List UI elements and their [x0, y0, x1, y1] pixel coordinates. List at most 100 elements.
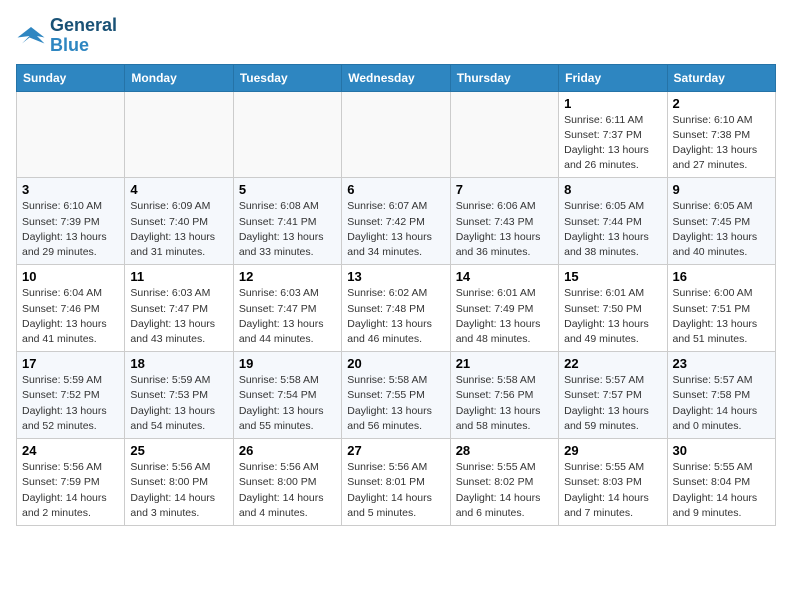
day-info: Sunrise: 6:11 AMSunset: 7:37 PMDaylight:… — [564, 113, 661, 174]
calendar-cell: 5 Sunrise: 6:08 AMSunset: 7:41 PMDaylight… — [233, 178, 341, 265]
calendar-cell: 28 Sunrise: 5:55 AMSunset: 8:02 PMDayligh… — [450, 439, 558, 526]
calendar-cell: 20 Sunrise: 5:58 AMSunset: 7:55 PMDayligh… — [342, 352, 450, 439]
day-number: 26 — [239, 443, 336, 458]
day-info: Sunrise: 5:58 AMSunset: 7:54 PMDaylight:… — [239, 373, 336, 434]
day-header-monday: Monday — [125, 64, 233, 91]
calendar-cell: 4Sunrise: 6:09 AMSunset: 7:40 PMDaylight… — [125, 178, 233, 265]
day-number: 28 — [456, 443, 553, 458]
day-info: Sunrise: 6:06 AMSunset: 7:43 PMDaylight:… — [456, 199, 553, 260]
calendar-cell: 7 Sunrise: 6:06 AMSunset: 7:43 PMDaylight… — [450, 178, 558, 265]
calendar-cell: 1 Sunrise: 6:11 AMSunset: 7:37 PMDaylight… — [559, 91, 667, 178]
calendar-cell: 11Sunrise: 6:03 AMSunset: 7:47 PMDayligh… — [125, 265, 233, 352]
day-info: Sunrise: 6:05 AMSunset: 7:44 PMDaylight:… — [564, 199, 661, 260]
day-number: 1 — [564, 96, 661, 111]
calendar-cell: 16 Sunrise: 6:00 AMSunset: 7:51 PMDayligh… — [667, 265, 775, 352]
day-number: 12 — [239, 269, 336, 284]
day-info: Sunrise: 5:56 AMSunset: 8:00 PMDaylight:… — [130, 460, 227, 521]
calendar-cell — [233, 91, 341, 178]
day-number: 29 — [564, 443, 661, 458]
day-number: 23 — [673, 356, 770, 371]
calendar-cell: 22 Sunrise: 5:57 AMSunset: 7:57 PMDayligh… — [559, 352, 667, 439]
day-number: 6 — [347, 182, 444, 197]
day-number: 7 — [456, 182, 553, 197]
calendar-table: SundayMondayTuesdayWednesdayThursdayFrid… — [16, 64, 776, 526]
day-info: Sunrise: 6:04 AMSunset: 7:46 PMDaylight:… — [22, 286, 119, 347]
page-header: General Blue — [16, 16, 776, 56]
day-info: Sunrise: 6:02 AMSunset: 7:48 PMDaylight:… — [347, 286, 444, 347]
day-info: Sunrise: 5:55 AMSunset: 8:03 PMDaylight:… — [564, 460, 661, 521]
day-header-wednesday: Wednesday — [342, 64, 450, 91]
calendar-cell: 25Sunrise: 5:56 AMSunset: 8:00 PMDayligh… — [125, 439, 233, 526]
day-info: Sunrise: 5:58 AMSunset: 7:56 PMDaylight:… — [456, 373, 553, 434]
day-info: Sunrise: 6:03 AMSunset: 7:47 PMDaylight:… — [239, 286, 336, 347]
calendar-cell: 12 Sunrise: 6:03 AMSunset: 7:47 PMDayligh… — [233, 265, 341, 352]
logo-icon — [16, 21, 46, 51]
day-info: Sunrise: 5:59 AMSunset: 7:52 PMDaylight:… — [22, 373, 119, 434]
calendar-header: SundayMondayTuesdayWednesdayThursdayFrid… — [17, 64, 776, 91]
day-number: 10 — [22, 269, 119, 284]
calendar-week-5: 24Sunrise: 5:56 AMSunset: 7:59 PMDayligh… — [17, 439, 776, 526]
day-info: Sunrise: 5:56 AMSunset: 8:01 PMDaylight:… — [347, 460, 444, 521]
calendar-cell: 17 Sunrise: 5:59 AMSunset: 7:52 PMDayligh… — [17, 352, 125, 439]
day-number: 18 — [130, 356, 227, 371]
day-number: 3 — [22, 182, 119, 197]
day-number: 21 — [456, 356, 553, 371]
calendar-cell: 2Sunrise: 6:10 AMSunset: 7:38 PMDaylight… — [667, 91, 775, 178]
day-header-saturday: Saturday — [667, 64, 775, 91]
day-number: 16 — [673, 269, 770, 284]
day-number: 30 — [673, 443, 770, 458]
day-info: Sunrise: 5:58 AMSunset: 7:55 PMDaylight:… — [347, 373, 444, 434]
calendar-week-4: 17 Sunrise: 5:59 AMSunset: 7:52 PMDayligh… — [17, 352, 776, 439]
day-number: 9 — [673, 182, 770, 197]
day-number: 8 — [564, 182, 661, 197]
day-info: Sunrise: 6:01 AMSunset: 7:50 PMDaylight:… — [564, 286, 661, 347]
calendar-cell: 8 Sunrise: 6:05 AMSunset: 7:44 PMDaylight… — [559, 178, 667, 265]
calendar-cell — [450, 91, 558, 178]
calendar-cell — [125, 91, 233, 178]
day-header-thursday: Thursday — [450, 64, 558, 91]
calendar-cell: 18 Sunrise: 5:59 AMSunset: 7:53 PMDayligh… — [125, 352, 233, 439]
logo: General Blue — [16, 16, 117, 56]
day-info: Sunrise: 6:08 AMSunset: 7:41 PMDaylight:… — [239, 199, 336, 260]
day-number: 22 — [564, 356, 661, 371]
day-info: Sunrise: 6:03 AMSunset: 7:47 PMDaylight:… — [130, 286, 227, 347]
day-info: Sunrise: 5:55 AMSunset: 8:02 PMDaylight:… — [456, 460, 553, 521]
day-number: 17 — [22, 356, 119, 371]
calendar-cell: 29 Sunrise: 5:55 AMSunset: 8:03 PMDayligh… — [559, 439, 667, 526]
calendar-cell — [17, 91, 125, 178]
header-row: SundayMondayTuesdayWednesdayThursdayFrid… — [17, 64, 776, 91]
calendar-cell — [342, 91, 450, 178]
calendar-cell: 9 Sunrise: 6:05 AMSunset: 7:45 PMDaylight… — [667, 178, 775, 265]
calendar-cell: 26Sunrise: 5:56 AMSunset: 8:00 PMDayligh… — [233, 439, 341, 526]
calendar-week-3: 10 Sunrise: 6:04 AMSunset: 7:46 PMDayligh… — [17, 265, 776, 352]
day-info: Sunrise: 5:55 AMSunset: 8:04 PMDaylight:… — [673, 460, 770, 521]
day-header-tuesday: Tuesday — [233, 64, 341, 91]
calendar-cell: 27 Sunrise: 5:56 AMSunset: 8:01 PMDayligh… — [342, 439, 450, 526]
day-number: 14 — [456, 269, 553, 284]
day-number: 4 — [130, 182, 227, 197]
day-info: Sunrise: 6:07 AMSunset: 7:42 PMDaylight:… — [347, 199, 444, 260]
calendar-week-2: 3Sunrise: 6:10 AMSunset: 7:39 PMDaylight… — [17, 178, 776, 265]
day-info: Sunrise: 5:57 AMSunset: 7:57 PMDaylight:… — [564, 373, 661, 434]
calendar-cell: 10 Sunrise: 6:04 AMSunset: 7:46 PMDayligh… — [17, 265, 125, 352]
day-header-friday: Friday — [559, 64, 667, 91]
calendar-cell: 21 Sunrise: 5:58 AMSunset: 7:56 PMDayligh… — [450, 352, 558, 439]
calendar-cell: 30 Sunrise: 5:55 AMSunset: 8:04 PMDayligh… — [667, 439, 775, 526]
calendar-cell: 13Sunrise: 6:02 AMSunset: 7:48 PMDayligh… — [342, 265, 450, 352]
day-number: 5 — [239, 182, 336, 197]
day-number: 19 — [239, 356, 336, 371]
day-header-sunday: Sunday — [17, 64, 125, 91]
day-number: 27 — [347, 443, 444, 458]
calendar-body: 1 Sunrise: 6:11 AMSunset: 7:37 PMDaylight… — [17, 91, 776, 525]
day-number: 2 — [673, 96, 770, 111]
calendar-week-1: 1 Sunrise: 6:11 AMSunset: 7:37 PMDaylight… — [17, 91, 776, 178]
calendar-cell: 19 Sunrise: 5:58 AMSunset: 7:54 PMDayligh… — [233, 352, 341, 439]
day-info: Sunrise: 6:01 AMSunset: 7:49 PMDaylight:… — [456, 286, 553, 347]
day-info: Sunrise: 6:00 AMSunset: 7:51 PMDaylight:… — [673, 286, 770, 347]
logo-text: General Blue — [50, 16, 117, 56]
day-number: 20 — [347, 356, 444, 371]
calendar-cell: 15Sunrise: 6:01 AMSunset: 7:50 PMDayligh… — [559, 265, 667, 352]
day-info: Sunrise: 5:59 AMSunset: 7:53 PMDaylight:… — [130, 373, 227, 434]
day-info: Sunrise: 5:56 AMSunset: 7:59 PMDaylight:… — [22, 460, 119, 521]
day-info: Sunrise: 6:05 AMSunset: 7:45 PMDaylight:… — [673, 199, 770, 260]
